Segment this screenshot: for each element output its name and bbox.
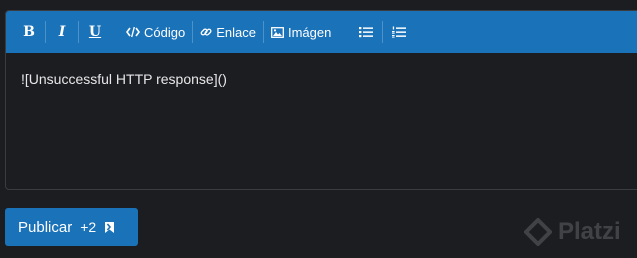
code-icon [126,26,140,38]
underline-button[interactable]: U [82,19,108,45]
comment-editor: B I U Código Enlace Imágen ![Unsuccessfu… [5,10,637,190]
publish-label: Publicar [18,218,73,236]
link-icon [200,28,212,36]
toolbar-divider [78,21,79,43]
code-button[interactable]: Código [122,19,189,45]
comment-textarea[interactable]: ![Unsuccessful HTTP response]() [6,53,637,105]
bullet-list-button[interactable] [353,19,379,45]
toolbar-divider [382,21,384,43]
toolbar-divider [192,21,194,43]
numbered-list-icon [392,26,407,38]
numbered-list-button[interactable] [386,19,412,45]
platzi-watermark: Platzi [524,218,621,246]
toolbar-divider [45,21,46,43]
italic-button[interactable]: I [49,19,75,45]
link-label: Enlace [216,24,256,40]
link-button[interactable]: Enlace [196,19,260,45]
toolbar-divider [262,21,264,43]
bold-button[interactable]: B [16,19,42,45]
publish-button[interactable]: Publicar +2 [5,208,138,246]
platzi-logo-icon [524,218,552,246]
code-label: Código [144,24,186,40]
watermark-text: Platzi [558,218,621,245]
image-button[interactable]: Imágen [267,19,335,45]
publish-points: +2 [80,219,97,235]
image-icon [271,26,284,38]
editor-toolbar: B I U Código Enlace Imágen [6,11,637,53]
image-label: Imágen [287,24,332,40]
points-flag-icon [105,221,115,233]
bullet-list-icon [359,27,374,38]
